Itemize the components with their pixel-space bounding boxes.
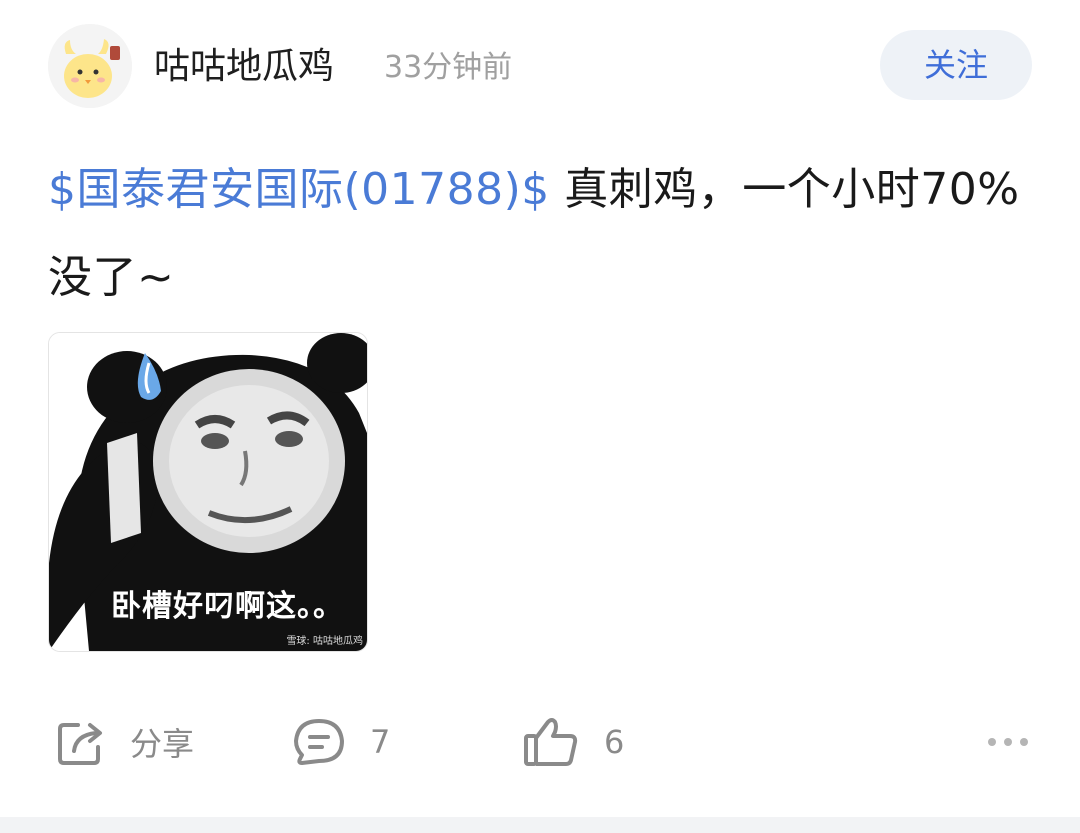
more-icon [988, 738, 1028, 746]
share-button[interactable]: 分享 [56, 714, 194, 770]
like-icon [524, 718, 578, 766]
post-time: 33分钟前 [384, 50, 513, 85]
like-count: 6 [604, 723, 625, 761]
comment-button[interactable]: 7 [292, 714, 390, 770]
post-image[interactable]: 卧槽好叼啊这。。 雪球: 咕咕地瓜鸡 [48, 332, 368, 652]
post-header: 咕咕地瓜鸡 33分钟前 关注 [48, 24, 1032, 108]
bottom-divider [0, 817, 1080, 833]
avatar-chick-icon [48, 24, 132, 108]
comment-count: 7 [370, 723, 391, 761]
share-label: 分享 [130, 725, 195, 763]
share-icon [58, 723, 102, 765]
image-watermark: 雪球: 咕咕地瓜鸡 [286, 636, 363, 647]
post-card: 咕咕地瓜鸡 33分钟前 关注 $国泰君安国际(01788)$ 真刺鸡，一个小时7… [0, 0, 1080, 833]
follow-button[interactable]: 关注 [880, 30, 1032, 100]
author-name[interactable]: 咕咕地瓜鸡 [154, 43, 334, 91]
action-bar: 分享 7 6 [0, 700, 1080, 784]
comment-icon [294, 719, 344, 765]
avatar[interactable] [48, 24, 132, 108]
stock-link[interactable]: $国泰君安国际(01788)$ [48, 164, 550, 215]
like-button[interactable]: 6 [522, 714, 624, 770]
post-body: $国泰君安国际(01788)$ 真刺鸡，一个小时70%没了~ [48, 146, 1038, 322]
image-caption: 卧槽好叼啊这。。 [111, 589, 344, 624]
more-button[interactable] [986, 730, 1030, 754]
